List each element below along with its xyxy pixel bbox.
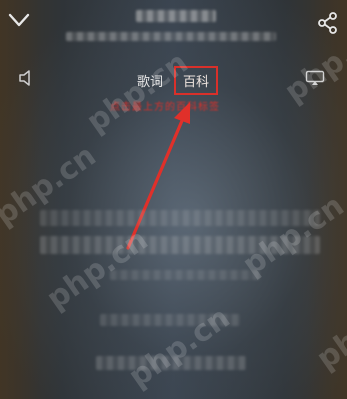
lyric-line — [100, 314, 240, 326]
lyric-line — [40, 236, 320, 254]
lyrics-screen: 歌词 百科 点击最上方的百科标签 php.cn php.cn php.cn ph… — [0, 0, 347, 399]
lyric-line — [40, 210, 320, 226]
red-arrow — [126, 102, 190, 250]
lyric-line — [96, 356, 246, 370]
lyric-line — [110, 270, 260, 280]
